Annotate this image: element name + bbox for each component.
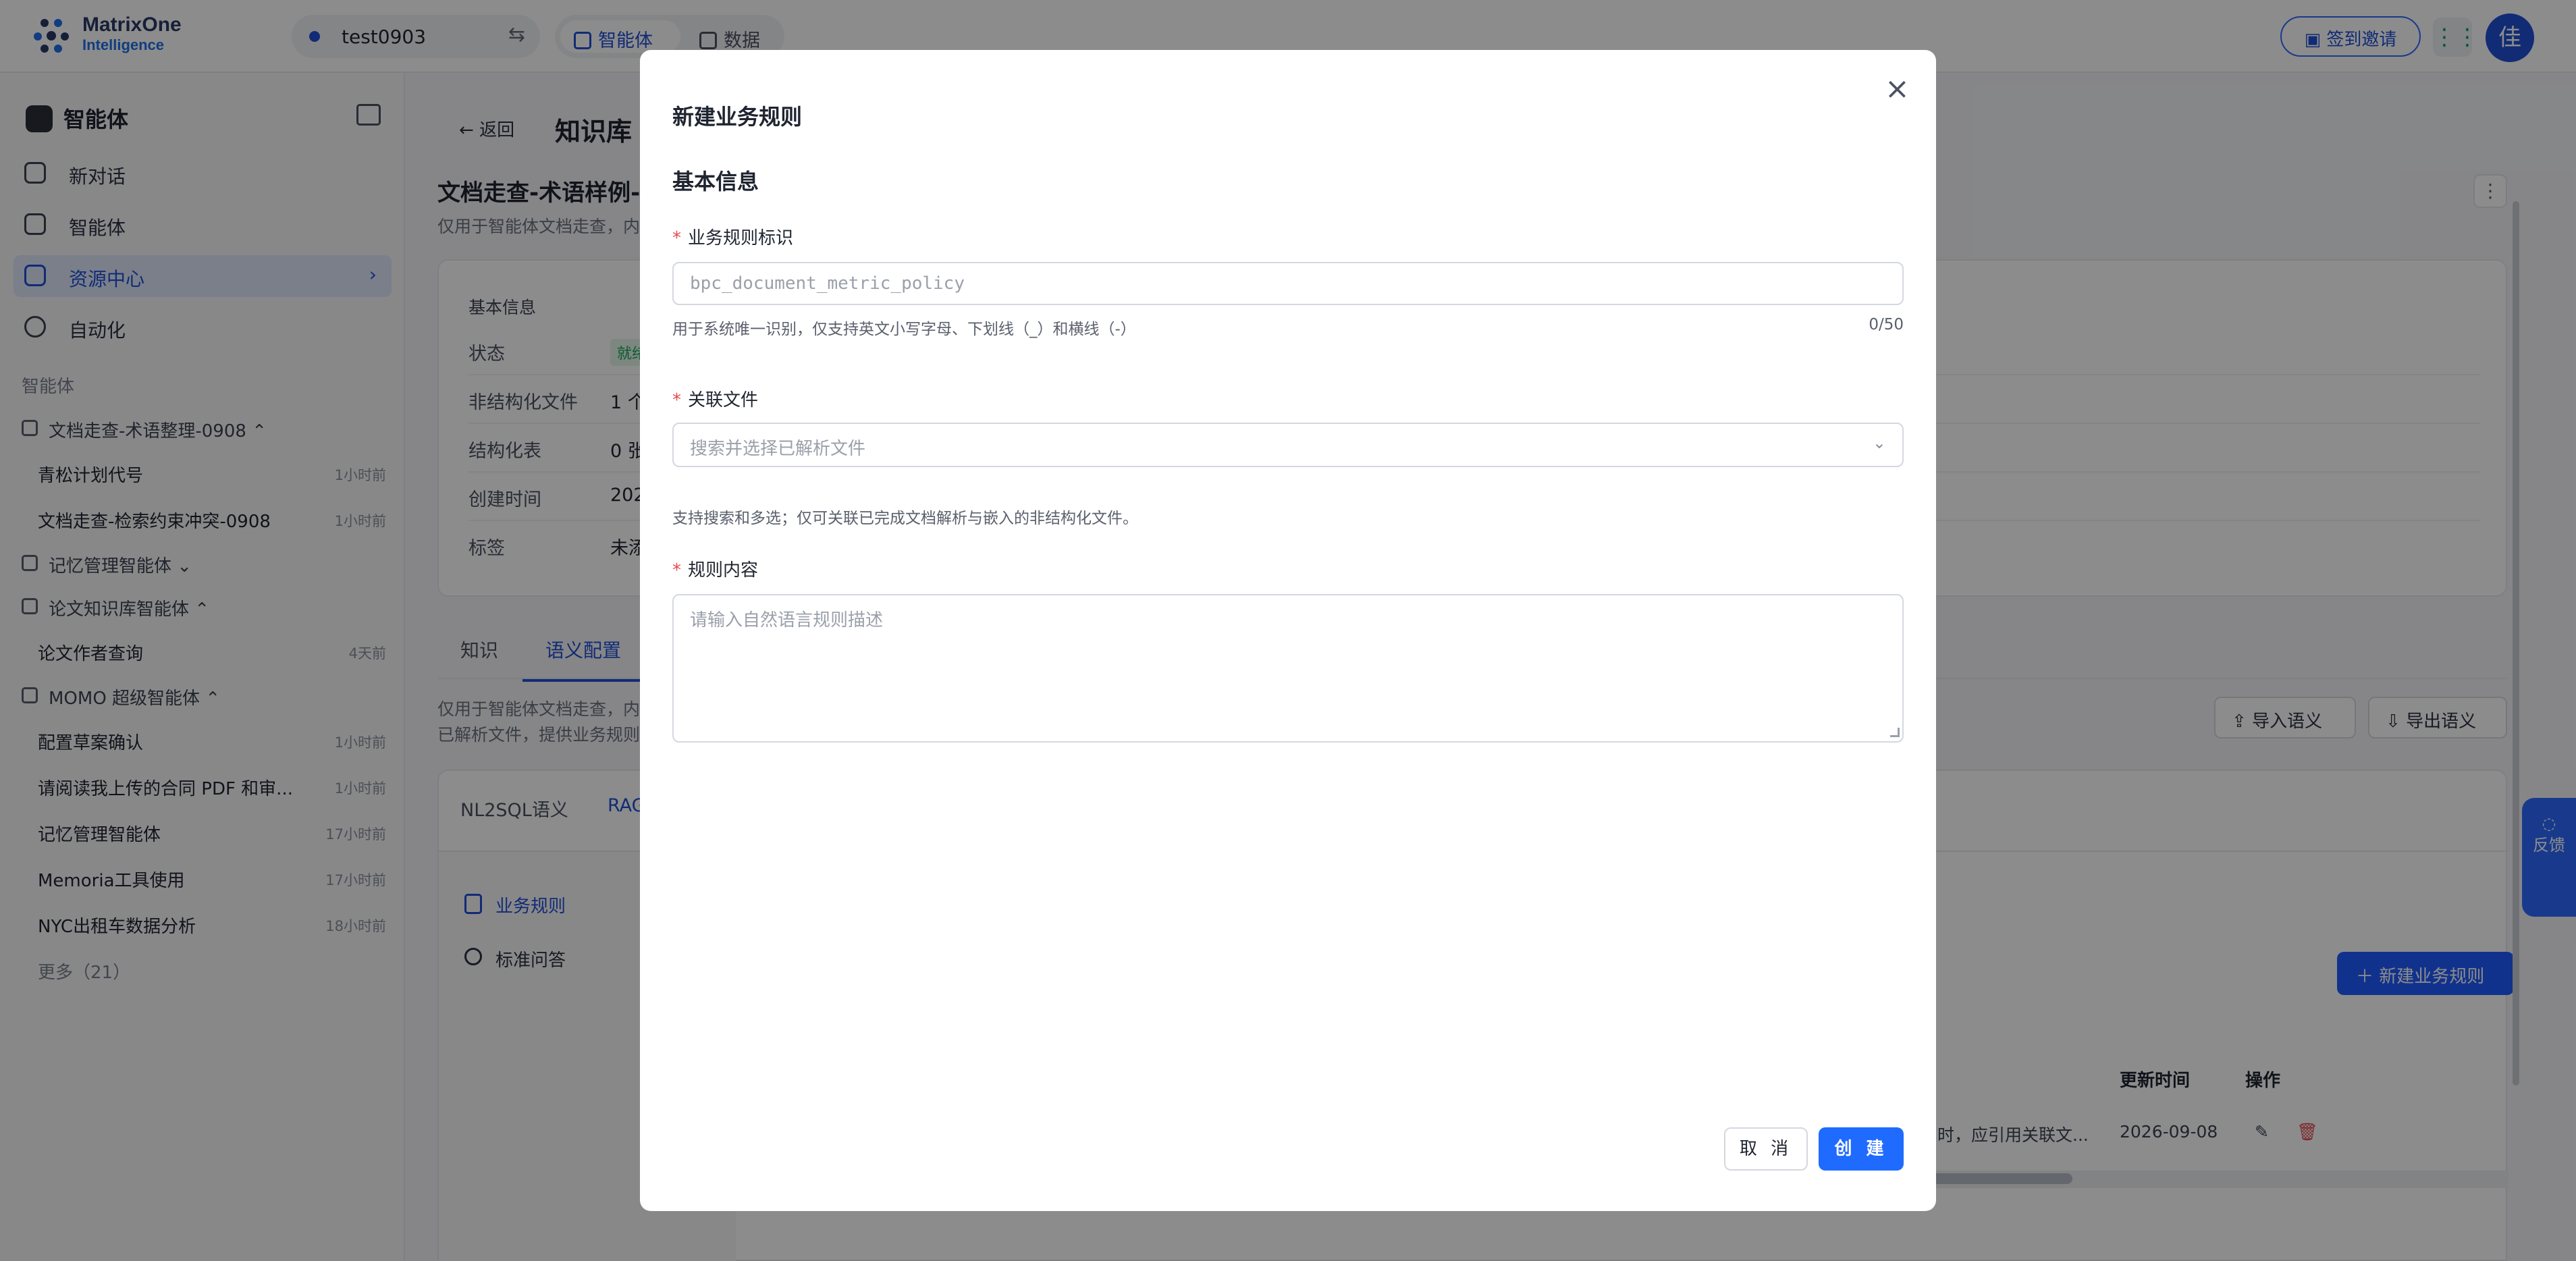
required-mark: *: [672, 390, 681, 410]
rule-content-label: * 规则内容: [672, 556, 758, 581]
related-files-label-text: 关联文件: [688, 390, 759, 410]
cancel-button[interactable]: 取 消: [1724, 1127, 1808, 1171]
rule-id-char-count: 0/50: [1869, 316, 1904, 333]
related-files-hint: 支持搜索和多选；仅可关联已完成文档解析与嵌入的非结构化文件。: [672, 510, 1138, 527]
related-files-label: * 关联文件: [672, 386, 758, 411]
rule-id-label: * 业务规则标识: [672, 224, 793, 249]
rule-id-hint: 用于系统唯一识别，仅支持英文小写字母、下划线（_）和横线（-）: [672, 321, 1136, 338]
related-files-placeholder: 搜索并选择已解析文件: [690, 439, 866, 459]
create-button[interactable]: 创 建: [1819, 1127, 1904, 1171]
rule-content-textarea[interactable]: [672, 594, 1904, 743]
section-title: 基本信息: [672, 169, 759, 194]
chevron-down-icon: ⌄: [1872, 433, 1886, 452]
dialog-title: 新建业务规则: [672, 104, 803, 130]
resize-handle-icon[interactable]: [1890, 728, 1900, 737]
related-files-select[interactable]: 搜索并选择已解析文件 ⌄: [672, 423, 1904, 467]
rule-content-label-text: 规则内容: [688, 560, 759, 581]
new-business-rule-dialog: 新建业务规则 × 基本信息 * 业务规则标识 用于系统唯一识别，仅支持英文小写字母…: [640, 50, 1936, 1211]
close-icon[interactable]: ×: [1885, 74, 1910, 104]
rule-id-label-text: 业务规则标识: [688, 228, 794, 248]
rule-id-input[interactable]: [672, 262, 1904, 305]
required-mark: *: [672, 560, 681, 581]
required-mark: *: [672, 228, 681, 248]
